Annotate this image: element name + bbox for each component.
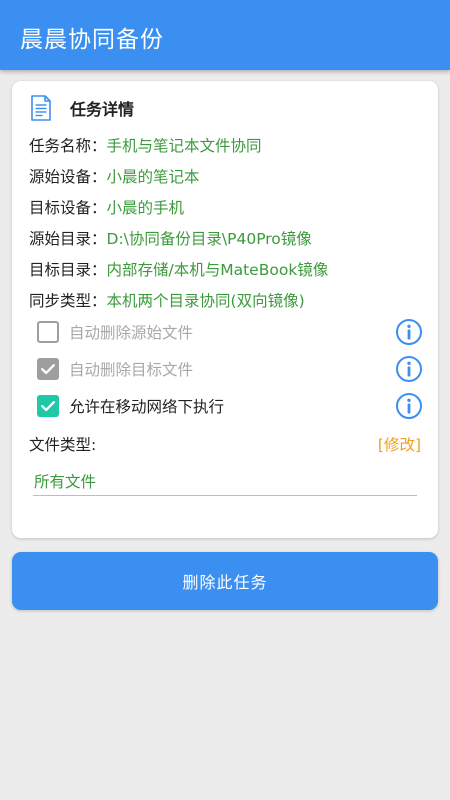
info-row-sync-type: 同步类型： 本机两个目录协同(双向镜像) xyxy=(29,284,328,315)
task-info-list: 任务名称： 手机与笔记本文件协同 源始设备： 小晨的笔记本 目标设备： 小晨的手… xyxy=(29,129,328,315)
field-label: 任务名称： xyxy=(29,136,107,155)
file-type-label: 文件类型: xyxy=(29,436,97,454)
delete-task-button[interactable]: 删除此任务 xyxy=(12,552,438,610)
option-label: 允许在移动网络下执行 xyxy=(69,398,225,416)
field-value: 内部存储/本机与MateBook镜像 xyxy=(106,260,329,279)
option-auto-delete-target: 自动删除目标文件 xyxy=(37,354,423,384)
auto-delete-target-checkbox[interactable] xyxy=(37,358,59,380)
field-value: 小晨的手机 xyxy=(106,198,185,217)
field-value: D:\协同备份目录\P40Pro镜像 xyxy=(106,229,312,248)
card-header: 任务详情 xyxy=(30,94,134,122)
info-row-source-device: 源始设备： 小晨的笔记本 xyxy=(29,160,328,191)
field-value: 小晨的笔记本 xyxy=(106,167,200,186)
field-label: 源始目录： xyxy=(29,229,107,248)
option-label: 自动删除目标文件 xyxy=(69,361,194,379)
field-label: 源始设备： xyxy=(29,167,107,186)
field-label: 目标目录： xyxy=(29,260,107,279)
document-icon xyxy=(31,95,51,121)
info-row-task-name: 任务名称： 手机与笔记本文件协同 xyxy=(29,129,328,160)
app-title: 晨晨协同备份 xyxy=(20,27,164,53)
option-label: 自动删除源始文件 xyxy=(69,324,194,342)
file-type-row: 文件类型: [修改] xyxy=(29,431,421,457)
modify-file-type-link[interactable]: [修改] xyxy=(378,433,421,455)
task-detail-card: 任务详情 任务名称： 手机与笔记本文件协同 源始设备： 小晨的笔记本 目标设备：… xyxy=(12,81,438,538)
info-icon[interactable] xyxy=(395,318,423,346)
info-row-target-dir: 目标目录： 内部存储/本机与MateBook镜像 xyxy=(29,253,328,284)
info-icon[interactable] xyxy=(395,392,423,420)
field-value: 手机与笔记本文件协同 xyxy=(106,136,262,155)
field-label: 同步类型： xyxy=(29,291,107,310)
info-row-source-dir: 源始目录： D:\协同备份目录\P40Pro镜像 xyxy=(29,222,328,253)
file-type-value: 所有文件 xyxy=(33,470,417,496)
allow-mobile-network-checkbox[interactable] xyxy=(37,395,59,417)
app-bar: 晨晨协同备份 xyxy=(0,0,450,70)
card-title: 任务详情 xyxy=(70,100,135,119)
auto-delete-source-checkbox[interactable] xyxy=(37,321,59,343)
field-value: 本机两个目录协同(双向镜像) xyxy=(106,291,305,310)
info-row-target-device: 目标设备： 小晨的手机 xyxy=(29,191,328,222)
checkmark-icon xyxy=(41,401,55,412)
field-label: 目标设备： xyxy=(29,198,107,217)
info-icon[interactable] xyxy=(395,355,423,383)
option-allow-mobile-network: 允许在移动网络下执行 xyxy=(37,391,423,421)
checkmark-icon xyxy=(41,364,55,375)
option-auto-delete-source: 自动删除源始文件 xyxy=(37,317,423,347)
